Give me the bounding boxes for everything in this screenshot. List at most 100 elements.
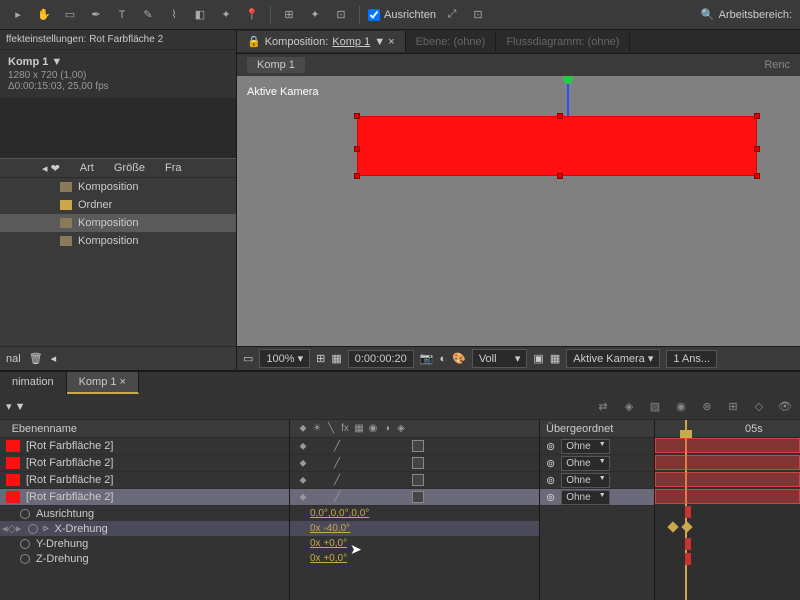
text-tool-icon[interactable]: T	[112, 5, 132, 25]
viewer-tab-flowchart[interactable]: Flussdiagramm: (ohne)	[496, 32, 630, 52]
keyframe-diamond-icon[interactable]	[667, 521, 678, 532]
views-dropdown[interactable]: 1 Ans...	[666, 350, 717, 368]
timeline-menu-icon[interactable]: ▾ ▼	[6, 400, 25, 413]
layer-switches-row[interactable]: ⬥╱	[290, 438, 539, 455]
y-rotation-value[interactable]: 0x +0,0°	[310, 538, 347, 549]
stamp-tool-icon[interactable]: ⌇	[164, 5, 184, 25]
prev-icon[interactable]: ◂	[51, 352, 57, 365]
timeline-tab-comp[interactable]: Komp 1 ×	[67, 372, 139, 394]
parent-dropdown[interactable]: Ohne	[561, 439, 609, 454]
layer-track-bar[interactable]	[655, 489, 800, 504]
pickwhip-icon[interactable]: ⊚	[546, 440, 555, 453]
keyframe-marker[interactable]	[685, 553, 691, 565]
viewport[interactable]: Aktive Kamera	[237, 76, 800, 346]
pickwhip-icon[interactable]: ⊚	[546, 491, 555, 504]
3d-cube-icon[interactable]	[412, 457, 424, 469]
keyframe-marker[interactable]	[685, 506, 691, 518]
color-mgmt-icon[interactable]: 🎨	[452, 352, 466, 365]
comp-flow-icon[interactable]: ⇄	[594, 398, 612, 416]
timecode-display[interactable]: 0:00:00:20	[348, 350, 414, 368]
parent-row[interactable]: ⊚ Ohne	[540, 438, 654, 455]
renderer-label[interactable]: Renc	[764, 59, 790, 71]
workspace-menu[interactable]: 🔍 Arbeitsbereich:	[701, 8, 792, 21]
hand-tool-icon[interactable]: ✋	[34, 5, 54, 25]
x-rotation-value[interactable]: 0x -40,0°	[310, 523, 350, 534]
grid-icon[interactable]: ▦	[331, 352, 341, 365]
pin-tool-icon[interactable]: 📍	[242, 5, 262, 25]
frame-blend-icon[interactable]: ▨	[646, 398, 664, 416]
parent-dropdown[interactable]: Ohne	[561, 456, 609, 471]
view-axis-icon[interactable]: ⊡	[331, 5, 351, 25]
timeline-tracks-area[interactable]: 05s	[655, 420, 800, 600]
parent-dropdown[interactable]: Ohne	[561, 473, 609, 488]
project-item[interactable]: Komposition	[0, 178, 236, 196]
timeline-tab-animation[interactable]: nimation	[0, 372, 67, 394]
layer-track-bar[interactable]	[655, 472, 800, 487]
keyframe-nav-icon[interactable]: ◂◇▸	[2, 522, 22, 535]
comp-name-label[interactable]: Komp 1 ▼	[8, 56, 228, 68]
pen-tool-icon[interactable]: ✒	[86, 5, 106, 25]
3d-cube-icon[interactable]	[412, 474, 424, 486]
pickwhip-icon[interactable]: ⊚	[546, 474, 555, 487]
snap-checkbox[interactable]: Ausrichten	[368, 9, 436, 21]
camera-dropdown[interactable]: Aktive Kamera ▾	[566, 349, 660, 368]
draft3d-icon[interactable]: ◈	[620, 398, 638, 416]
keyframe-marker[interactable]	[685, 538, 691, 550]
parent-row[interactable]: ⊚ Ohne	[540, 472, 654, 489]
layer-row[interactable]: [Rot Farbfläche 2]	[0, 489, 289, 506]
z-rotation-value[interactable]: 0x +0,0°	[310, 553, 347, 564]
layer-track-bar[interactable]	[655, 455, 800, 470]
auto-keyframe-icon[interactable]: ◇	[750, 398, 768, 416]
3d-cube-icon[interactable]	[412, 491, 424, 503]
roto-tool-icon[interactable]: ✦	[216, 5, 236, 25]
resolution-icon[interactable]: ⊞	[316, 352, 325, 365]
property-x-rotation[interactable]: ◂◇▸▹ X-Drehung	[0, 521, 289, 536]
resolution-dropdown[interactable]: Voll ▾	[472, 349, 528, 368]
property-z-rotation[interactable]: Z-Drehung	[0, 551, 289, 566]
snapshot-icon[interactable]: 📷	[420, 352, 434, 365]
trash-icon[interactable]: 🗑	[29, 352, 43, 365]
layer-row[interactable]: [Rot Farbfläche 2]	[0, 438, 289, 455]
layer-row[interactable]: [Rot Farbfläche 2]	[0, 455, 289, 472]
magnify-icon[interactable]: ▭	[243, 352, 253, 365]
stopwatch-icon[interactable]	[20, 554, 30, 564]
shy-icon[interactable]: 👁	[776, 398, 794, 416]
axis-gizmo-icon[interactable]	[567, 76, 569, 116]
project-item[interactable]: Komposition	[0, 214, 236, 232]
layer-switches-row[interactable]: ⬥╱	[290, 472, 539, 489]
snap-opt1-icon[interactable]: ⤢	[442, 5, 462, 25]
viewer-tab-composition[interactable]: 🔒 Komposition: Komp 1 ▼ ×	[237, 31, 406, 52]
layer-switches-row[interactable]: ⬥╱	[290, 455, 539, 472]
layer-track-bar[interactable]	[655, 438, 800, 453]
comp-subtab[interactable]: Komp 1	[247, 57, 305, 73]
property-y-rotation[interactable]: Y-Drehung	[0, 536, 289, 551]
3d-cube-icon[interactable]	[412, 440, 424, 452]
viewer-tab-layer[interactable]: Ebene: (ohne)	[406, 32, 497, 52]
roi-icon[interactable]: ▣	[533, 352, 543, 365]
channel-icon[interactable]: ◐	[439, 353, 446, 365]
stopwatch-icon[interactable]	[28, 524, 38, 534]
time-ruler[interactable]: 05s	[655, 420, 800, 438]
project-item[interactable]: Komposition	[0, 232, 236, 250]
motion-blur-icon[interactable]: ◉	[672, 398, 690, 416]
zoom-dropdown[interactable]: 100% ▾	[259, 349, 310, 368]
graph-editor-icon[interactable]: ⊞	[724, 398, 742, 416]
pickwhip-icon[interactable]: ⊚	[546, 457, 555, 470]
stopwatch-icon[interactable]	[20, 509, 30, 519]
selection-tool-icon[interactable]: ▸	[8, 5, 28, 25]
orientation-value[interactable]: 0,0°,0,0°,0,0°	[310, 508, 369, 519]
parent-row[interactable]: ⊚ Ohne	[540, 455, 654, 472]
world-axis-icon[interactable]: ✦	[305, 5, 325, 25]
snap-opt2-icon[interactable]: ⊡	[468, 5, 488, 25]
parent-dropdown[interactable]: Ohne	[561, 490, 609, 505]
rect-tool-icon[interactable]: ▭	[60, 5, 80, 25]
property-orientation[interactable]: Ausrichtung	[0, 506, 289, 521]
layer-switches-row[interactable]: ⬥╱	[290, 489, 539, 506]
brainstorm-icon[interactable]: ⊛	[698, 398, 716, 416]
stopwatch-icon[interactable]	[20, 539, 30, 549]
local-axis-icon[interactable]: ⊞	[279, 5, 299, 25]
project-item[interactable]: Ordner	[0, 196, 236, 214]
selected-solid-layer[interactable]	[357, 116, 757, 176]
eraser-tool-icon[interactable]: ◧	[190, 5, 210, 25]
parent-row[interactable]: ⊚ Ohne	[540, 489, 654, 506]
